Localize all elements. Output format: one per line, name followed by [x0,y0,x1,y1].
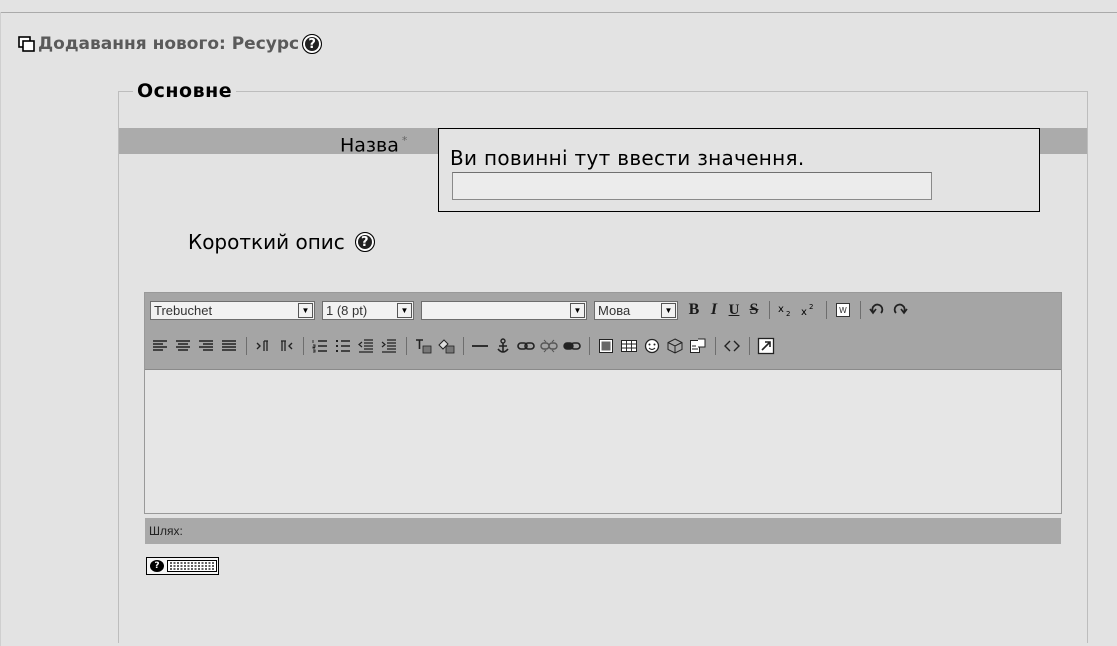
insert-table-icon[interactable] [619,335,639,357]
superscript-icon[interactable]: x2 [799,299,819,321]
toolbar-separator [246,337,247,355]
underline-button[interactable]: U [725,299,743,321]
paste-text-icon[interactable] [688,335,708,357]
style-select[interactable]: ▼ [421,300,587,320]
chevron-down-icon: ▼ [298,302,313,318]
unlink-icon[interactable] [539,335,559,357]
editor-content-area[interactable] [145,369,1061,513]
ltr-icon[interactable] [253,335,273,357]
fullscreen-icon[interactable] [756,335,776,357]
svg-text:x: x [778,304,784,315]
name-input[interactable] [452,172,932,200]
chevron-down-icon: ▼ [397,302,412,318]
ordered-list-icon[interactable] [310,335,330,357]
keyboard-icon [167,560,217,572]
undo-icon[interactable] [867,299,887,321]
toolbar-separator [463,337,464,355]
horizontal-rule-icon[interactable] [470,335,490,357]
toolbar-row-1: Trebuchet ▼ 1 (8 pt) ▼ ▼ Мова ▼ B I U S … [150,299,913,321]
page-heading: Додавання нового: Ресурс ? [18,34,323,54]
editor-path-label: Шлях: [149,524,183,538]
editor-path-bar [145,518,1061,544]
html-source-icon[interactable] [722,335,742,357]
align-right-icon[interactable] [196,335,216,357]
smiley-icon[interactable] [642,335,662,357]
font-size-value: 1 (8 pt) [326,302,368,318]
text-color-icon[interactable] [413,335,433,357]
toolbar-separator [589,337,590,355]
no-link-icon[interactable] [562,335,582,357]
toolbar-separator [826,301,827,319]
name-error-message: Ви повинні тут ввести значення. [450,146,805,170]
keyboard-help-button[interactable]: ? [146,557,219,575]
svg-text:W: W [839,306,847,315]
toolbar-separator [303,337,304,355]
insert-media-icon[interactable] [665,335,685,357]
indent-icon[interactable] [379,335,399,357]
toolbar-separator [860,301,861,319]
help-icon: ? [150,560,164,572]
rtl-icon[interactable] [276,335,296,357]
insert-image-icon[interactable] [596,335,616,357]
align-center-icon[interactable] [173,335,193,357]
toolbar-row-2 [150,333,779,359]
unordered-list-icon[interactable] [333,335,353,357]
svg-text:x: x [801,307,807,317]
background-color-icon[interactable] [436,335,456,357]
description-label: Короткий опис ? [188,230,375,254]
anchor-icon[interactable] [493,335,513,357]
font-family-value: Trebuchet [154,302,213,318]
italic-button[interactable]: I [705,299,723,321]
required-marker: * [401,134,408,147]
page-title: Додавання нового: Ресурс [38,34,300,54]
chevron-down-icon: ▼ [570,302,585,318]
new-window-icon [18,36,36,52]
subscript-icon[interactable]: x2 [776,299,796,321]
bold-button[interactable]: B [685,299,703,321]
strikethrough-button[interactable]: S [745,299,763,321]
toolbar-separator [406,337,407,355]
left-divider [0,12,1,646]
toolbar-separator [749,337,750,355]
align-left-icon[interactable] [150,335,170,357]
description-label-text: Короткий опис [188,230,345,254]
help-icon[interactable]: ? [302,34,323,54]
align-justify-icon[interactable] [219,335,239,357]
svg-text:2: 2 [809,303,813,311]
name-label-text: Назва [340,134,399,157]
svg-text:2: 2 [786,310,790,317]
language-select[interactable]: Мова ▼ [594,300,678,320]
fieldset-legend: Основне [133,80,237,102]
font-family-select[interactable]: Trebuchet ▼ [150,300,315,320]
link-icon[interactable] [516,335,536,357]
name-field-label: Назва * [340,134,407,156]
top-divider [0,12,1117,13]
toolbar-separator [715,337,716,355]
outdent-icon[interactable] [356,335,376,357]
paste-word-icon[interactable]: W [833,299,853,321]
language-value: Мова [598,302,631,318]
redo-icon[interactable] [890,299,910,321]
toolbar-separator [769,301,770,319]
font-size-select[interactable]: 1 (8 pt) ▼ [322,300,414,320]
chevron-down-icon: ▼ [661,302,676,318]
description-help-icon[interactable]: ? [354,232,375,252]
